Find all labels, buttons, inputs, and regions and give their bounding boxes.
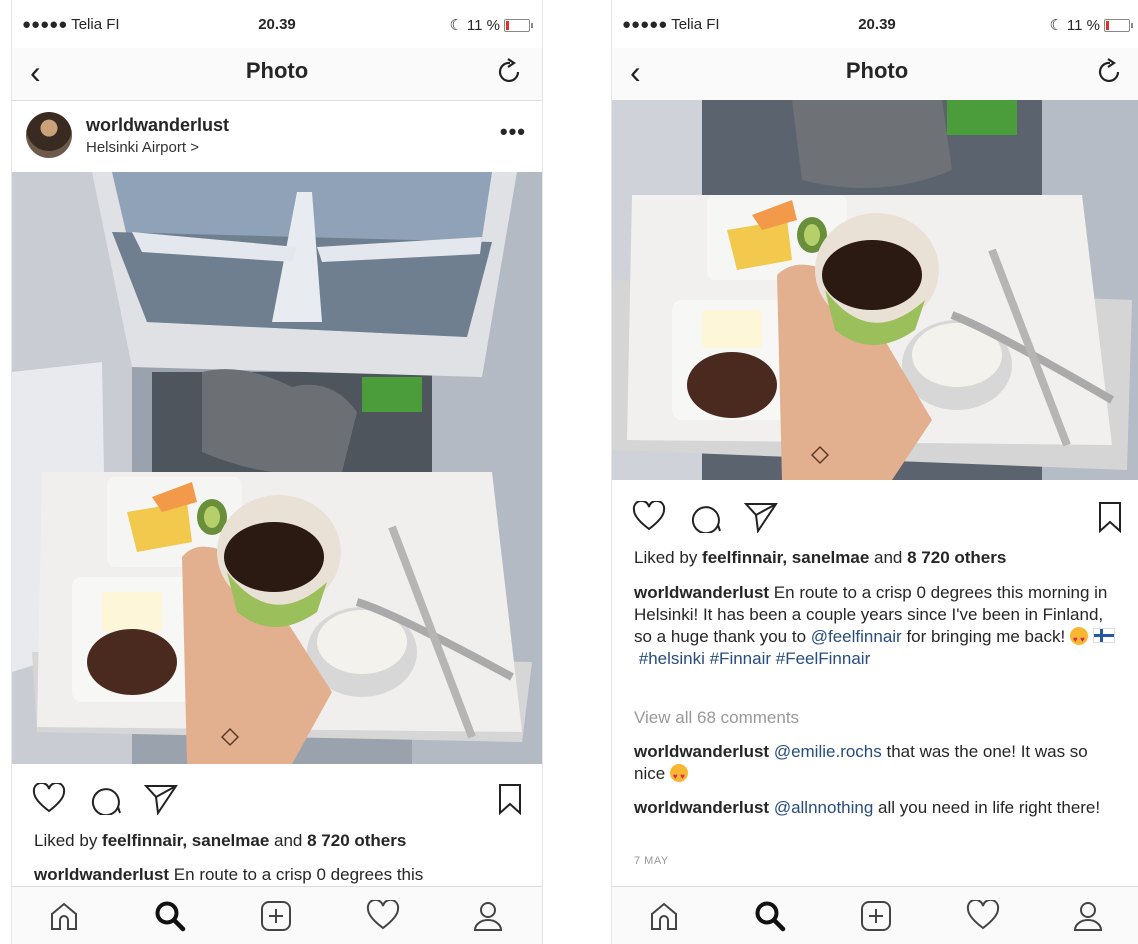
search-icon[interactable] (754, 900, 786, 932)
post-caption: worldwanderlust En route to a crisp 0 de… (634, 582, 1122, 670)
likes-names[interactable]: feelfinnair, sanelmae (102, 831, 269, 850)
battery-indicator: ☾ 11 % (1049, 16, 1133, 34)
likes-summary[interactable]: Liked by feelfinnair, sanelmae and 8 720… (34, 831, 406, 851)
caption-mention[interactable]: @feelfinnair (811, 627, 902, 646)
home-icon[interactable] (648, 900, 680, 932)
avatar[interactable] (26, 112, 72, 158)
comment-mention[interactable]: @emilie.rochs (774, 742, 882, 761)
share-icon[interactable] (744, 501, 778, 533)
add-icon[interactable] (260, 900, 292, 932)
bottom-tab-bar (12, 886, 542, 944)
likes-count[interactable]: 8 720 others (307, 831, 406, 850)
post-photo[interactable] (12, 172, 542, 764)
likes-names[interactable]: feelfinnair, sanelmae (702, 548, 869, 567)
likes-summary[interactable]: Liked by feelfinnair, sanelmae and 8 720… (634, 548, 1006, 568)
comment-item: worldwanderlust @allnnothing all you nee… (634, 797, 1122, 819)
status-bar: ●●●●● Telia FI 20.39 ☾ 11 % (12, 0, 542, 48)
finland-flag-icon (1092, 628, 1115, 643)
refresh-icon[interactable] (496, 58, 524, 88)
caption-hashtags[interactable]: #helsinki #Finnair #FeelFinnair (639, 649, 871, 668)
profile-icon[interactable] (1072, 900, 1104, 932)
comment-icon[interactable] (690, 501, 722, 533)
battery-indicator: ☾ 11 % (449, 16, 533, 34)
likes-and: and (269, 831, 308, 850)
caption-text: En route to a crisp 0 degrees this (169, 865, 424, 884)
more-options-icon[interactable]: ••• (500, 119, 526, 145)
page-title: Photo (845, 58, 909, 83)
left-phone-screen: ●●●●● Telia FI 20.39 ☾ 11 % ‹ Photo worl… (11, 0, 543, 944)
comment-mention[interactable]: @allnnothing (774, 798, 874, 817)
status-bar: ●●●●● Telia FI 20.39 ☾ 11 % (612, 0, 1138, 48)
right-phone-screen: ●●●●● Telia FI 20.39 ☾ 11 % ‹ Photo Like… (611, 0, 1138, 944)
caption-username[interactable]: worldwanderlust (634, 583, 769, 602)
post-photo[interactable] (612, 100, 1138, 480)
post-header: worldwanderlust Helsinki Airport > ••• (12, 101, 542, 172)
nav-bar: ‹ Photo (12, 48, 542, 101)
moon-icon: ☾ (1049, 17, 1063, 34)
likes-prefix: Liked by (34, 831, 103, 850)
profile-icon[interactable] (472, 900, 504, 932)
bottom-tab-bar (612, 886, 1138, 944)
view-all-comments-link[interactable]: View all 68 comments (634, 708, 799, 728)
heart-icon[interactable] (632, 501, 666, 531)
page-title: Photo (245, 58, 309, 83)
likes-and: and (869, 548, 908, 567)
post-username[interactable]: worldwanderlust (86, 115, 229, 136)
comment-icon[interactable] (90, 783, 122, 815)
caption-text-2: for bringing me back! (901, 627, 1070, 646)
bookmark-icon[interactable] (498, 783, 522, 815)
refresh-icon[interactable] (1096, 58, 1124, 88)
add-icon[interactable] (860, 900, 892, 932)
post-actions (612, 493, 1138, 537)
share-icon[interactable] (144, 783, 178, 815)
bookmark-icon[interactable] (1098, 501, 1122, 533)
heart-icon[interactable] (32, 783, 66, 813)
heart-eyes-emoji-icon (669, 764, 688, 788)
battery-icon (1104, 18, 1133, 32)
home-icon[interactable] (48, 900, 80, 932)
comment-text: all you need in life right there! (873, 798, 1101, 817)
comment-username[interactable]: worldwanderlust (634, 742, 769, 761)
search-icon[interactable] (154, 900, 186, 932)
battery-percent: 11 % (466, 16, 500, 34)
post-location[interactable]: Helsinki Airport > (86, 139, 199, 156)
comment-username[interactable]: worldwanderlust (634, 798, 769, 817)
activity-icon[interactable] (966, 900, 1000, 930)
post-actions (12, 775, 542, 819)
likes-prefix: Liked by (634, 548, 703, 567)
battery-icon (504, 18, 533, 32)
post-date: 7 MAY (634, 855, 669, 867)
activity-icon[interactable] (366, 900, 400, 930)
comment-item: worldwanderlust @emilie.rochs that was t… (634, 741, 1122, 788)
post-caption: worldwanderlust En route to a crisp 0 de… (34, 864, 522, 886)
moon-icon: ☾ (449, 17, 463, 34)
nav-bar: ‹ Photo (612, 48, 1138, 101)
heart-eyes-emoji-icon (1069, 627, 1088, 651)
battery-percent: 11 % (1066, 16, 1100, 34)
caption-username[interactable]: worldwanderlust (34, 865, 169, 884)
likes-count[interactable]: 8 720 others (907, 548, 1006, 567)
